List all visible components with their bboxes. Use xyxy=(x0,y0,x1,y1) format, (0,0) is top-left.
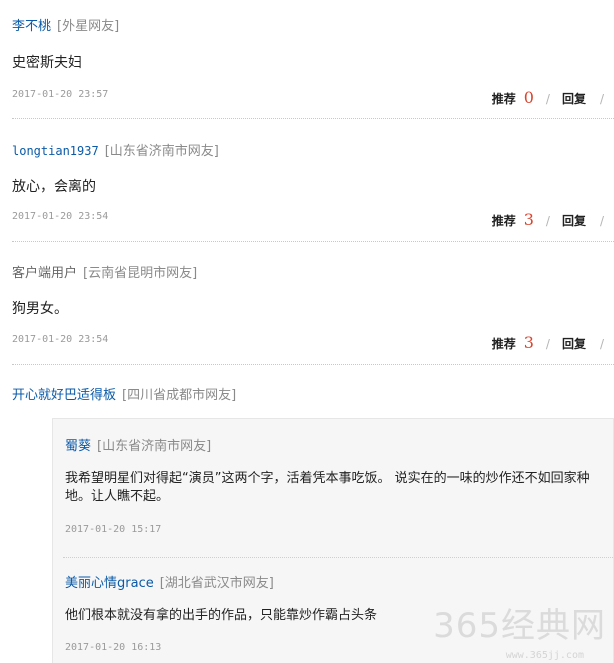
reply-content: 我希望明星们对得起“演员”这两个字，活着凭本事吃饭。 说实在的一味的炒作还不如回… xyxy=(65,471,590,504)
comment-actions: 推荐 0 / 回复 / xyxy=(492,88,604,107)
reply-username[interactable]: 蜀葵 xyxy=(65,439,91,454)
comment-username[interactable]: 客户端用户 xyxy=(12,266,77,281)
comment-location: [外星网友] xyxy=(57,19,120,34)
comment-user-line: 客户端用户 [云南省昆明市网友] xyxy=(12,262,197,281)
recommend-count: 0 xyxy=(523,88,534,107)
comment-user-line: longtian1937 [山东省济南市网友] xyxy=(12,140,219,159)
recommend-button[interactable]: 推荐 xyxy=(492,212,516,229)
comment-user-line: 开心就好巴适得板 [四川省成都市网友] xyxy=(12,384,236,403)
comment-timestamp: 2017-01-20 23:57 xyxy=(12,89,109,100)
comment-timestamp: 2017-01-20 23:54 xyxy=(12,211,109,222)
comment-timestamp: 2017-01-20 23:54 xyxy=(12,334,109,345)
comment-item: longtian1937 [山东省济南市网友] 放心，会离的 2017-01-20… xyxy=(0,118,614,241)
separator: / xyxy=(599,337,604,351)
reply-location: [湖北省武汉市网友] xyxy=(159,576,274,591)
comment-location: [四川省成都市网友] xyxy=(122,388,237,403)
separator: / xyxy=(599,214,604,228)
separator: / xyxy=(545,92,550,106)
comment-username[interactable]: longtian1937 xyxy=(12,144,99,158)
separator: / xyxy=(545,214,550,228)
comment-content: 放心，会离的 xyxy=(12,179,96,195)
reply-username[interactable]: 美丽心情grace xyxy=(65,576,154,591)
recommend-count: 3 xyxy=(523,210,534,229)
comment-username[interactable]: 李不桃 xyxy=(12,19,51,34)
comment-user-line: 李不桃 [外星网友] xyxy=(12,15,119,34)
comment-item: 李不桃 [外星网友] 史密斯夫妇 2017-01-20 23:57 推荐 0 / … xyxy=(0,0,614,118)
separator: / xyxy=(599,92,604,106)
reply-user-line: 美丽心情grace [湖北省武汉市网友] xyxy=(65,572,274,591)
divider xyxy=(63,557,613,558)
reply-location: [山东省济南市网友] xyxy=(97,439,212,454)
watermark-url: www.365jj.com xyxy=(505,650,584,661)
comment-username[interactable]: 开心就好巴适得板 xyxy=(12,388,116,403)
reply-timestamp: 2017-01-20 15:17 xyxy=(65,524,162,535)
recommend-button[interactable]: 推荐 xyxy=(492,90,516,107)
comment-location: [山东省济南市网友] xyxy=(104,144,219,159)
comment-actions: 推荐 3 / 回复 / xyxy=(492,333,604,352)
reply-timestamp: 2017-01-20 16:13 xyxy=(65,642,162,653)
comment-location: [云南省昆明市网友] xyxy=(83,266,198,281)
separator: / xyxy=(545,337,550,351)
recommend-count: 3 xyxy=(523,333,534,352)
reply-button[interactable]: 回复 xyxy=(562,335,586,352)
reply-button[interactable]: 回复 xyxy=(562,212,586,229)
reply-button[interactable]: 回复 xyxy=(562,90,586,107)
comment-content: 狗男女。 xyxy=(12,301,68,317)
reply-user-line: 蜀葵 [山东省济南市网友] xyxy=(65,435,211,454)
recommend-button[interactable]: 推荐 xyxy=(492,335,516,352)
comment-actions: 推荐 3 / 回复 / xyxy=(492,210,604,229)
comment-content: 史密斯夫妇 xyxy=(12,55,82,71)
comment-item: 客户端用户 [云南省昆明市网友] 狗男女。 2017-01-20 23:54 推荐… xyxy=(0,241,614,364)
watermark-logo: 365经典网 xyxy=(433,606,606,646)
